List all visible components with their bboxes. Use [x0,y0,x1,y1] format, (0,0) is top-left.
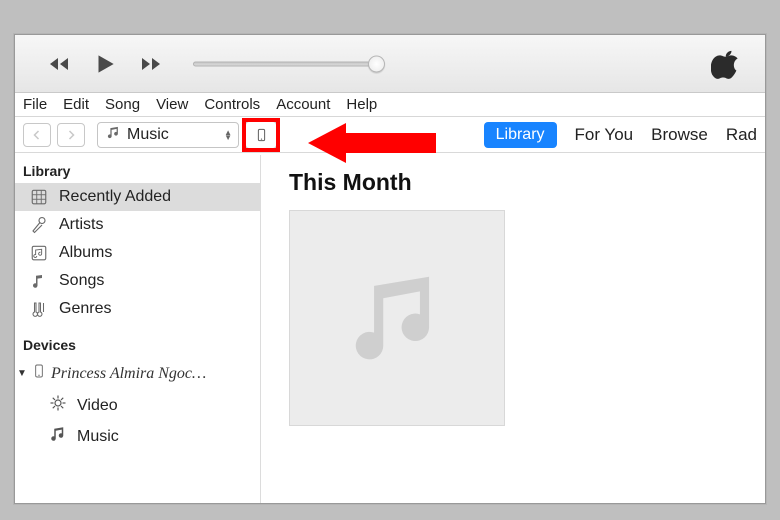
menu-help[interactable]: Help [344,94,379,115]
music-note-icon [49,425,67,448]
annotation-highlight-box [242,118,280,152]
previous-button[interactable] [45,50,73,78]
sidebar-item-artists[interactable]: Artists [15,211,260,239]
section-title: This Month [289,169,765,196]
menu-account[interactable]: Account [274,94,332,115]
sidebar: Library Recently Added Artists Albums [15,155,261,503]
grid-icon [29,188,49,206]
tab-radio[interactable]: Rad [726,125,765,145]
sidebar-item-label: Albums [59,244,112,262]
album-icon [29,244,49,262]
volume-track [193,61,383,66]
media-type-picker[interactable]: Music ▲▼ [97,122,239,148]
body: Library Recently Added Artists Albums [15,155,765,503]
sidebar-item-label: Recently Added [59,188,171,206]
toolbar: Music ▲▼ Library For You Browse Rad [15,117,765,153]
menu-edit[interactable]: Edit [61,94,91,115]
updown-chevron-icon: ▲▼ [224,130,232,140]
apple-logo-icon [711,49,741,79]
menu-bar: File Edit Song View Controls Account Hel… [15,93,765,117]
play-button[interactable] [91,50,119,78]
menu-file[interactable]: File [21,94,49,115]
device-button[interactable] [245,121,277,149]
tab-browse[interactable]: Browse [651,125,708,145]
sidebar-heading-devices: Devices [15,333,260,357]
sidebar-item-songs[interactable]: Songs [15,267,260,295]
sidebar-item-albums[interactable]: Albums [15,239,260,267]
device-name-label: Princess Almira Ngoc… [51,365,206,383]
volume-slider[interactable] [193,61,383,67]
sidebar-device-row[interactable]: ▼ Princess Almira Ngoc… [15,357,260,390]
back-button[interactable] [23,123,51,147]
nav-tabs: Library For You Browse Rad [484,117,765,152]
music-placeholder-icon [342,263,452,373]
sidebar-item-label: Artists [59,216,103,234]
gear-icon [49,394,67,417]
sidebar-item-label: Genres [59,300,111,318]
sidebar-item-label: Video [77,397,118,415]
guitar-icon [29,300,49,318]
tab-library[interactable]: Library [484,122,557,148]
menu-view[interactable]: View [154,94,190,115]
tab-for-you[interactable]: For You [575,125,634,145]
sidebar-device-video[interactable]: Video [15,390,260,421]
note-icon [29,272,49,290]
menu-controls[interactable]: Controls [202,94,262,115]
sidebar-heading-library: Library [15,159,260,183]
volume-knob[interactable] [368,55,385,72]
sidebar-item-label: Songs [59,272,104,290]
music-icon [106,125,121,145]
next-button[interactable] [137,50,165,78]
album-placeholder-tile[interactable] [289,210,505,426]
phone-icon [31,361,47,386]
forward-button[interactable] [57,123,85,147]
player-bar [15,35,765,93]
microphone-icon [29,216,49,234]
disclosure-triangle-icon[interactable]: ▼ [17,368,27,379]
sidebar-item-genres[interactable]: Genres [15,295,260,323]
media-type-label: Music [127,126,169,144]
itunes-window: File Edit Song View Controls Account Hel… [14,34,766,504]
content-area: This Month [261,155,765,503]
sidebar-device-music[interactable]: Music [15,421,260,452]
sidebar-item-recently-added[interactable]: Recently Added [15,183,260,211]
sidebar-item-label: Music [77,428,119,446]
playback-controls [45,50,165,78]
menu-song[interactable]: Song [103,94,142,115]
